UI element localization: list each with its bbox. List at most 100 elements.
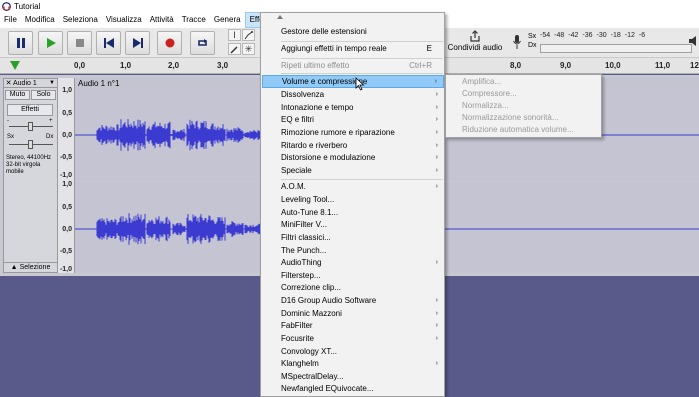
share-icon (470, 30, 480, 42)
chevron-right-icon: › (435, 322, 438, 329)
menu-item-add-realtime-effects[interactable]: Aggiungi effetti in tempo reale E (262, 42, 444, 55)
menu-item-audiothing[interactable]: AudioThing › (262, 256, 444, 269)
menu-tracce[interactable]: Tracce (178, 12, 210, 28)
menu-item-minifilter[interactable]: MiniFilter V... (262, 218, 444, 231)
draw-tool[interactable] (228, 43, 241, 55)
selection-tool[interactable]: I (228, 29, 241, 41)
skip-start-icon (103, 38, 114, 48)
menu-item-label: Aggiungi effetti in tempo reale (281, 44, 387, 53)
track-select-button[interactable]: ▲ Selezione (4, 262, 57, 272)
menu-item-fabfilter[interactable]: FabFilter › (262, 319, 444, 332)
meter-left-label: Sx (528, 33, 537, 40)
menu-item-repeat-last-effect[interactable]: Ripeti ultimo effetto Ctrl+R (262, 59, 444, 72)
chevron-right-icon: › (435, 297, 438, 304)
track-menu-chevron-icon[interactable]: ▼ (49, 80, 57, 86)
microphone-icon (513, 35, 521, 49)
menu-item-fade[interactable]: Dissolvenza › (262, 88, 444, 101)
chevron-right-icon: › (435, 167, 438, 174)
collapse-triangle-icon[interactable]: ▲ (11, 264, 18, 271)
effects-menu: Gestore delle estensioni Aggiungi effett… (260, 12, 445, 397)
gain-slider[interactable] (9, 122, 53, 131)
solo-button[interactable]: Solo (31, 90, 56, 100)
menu-item-eq-filters[interactable]: EQ e filtri › (262, 113, 444, 126)
track-effects-button[interactable]: Effetti (7, 104, 53, 116)
menu-item-leveling-tool[interactable]: Leveling Tool... (262, 193, 444, 206)
chevron-right-icon: › (435, 259, 438, 266)
menu-scroll-up-icon[interactable] (277, 15, 283, 19)
skip-start-button[interactable] (96, 31, 121, 55)
title-bar: Tutorial (0, 0, 699, 12)
pan-slider-knob[interactable] (28, 140, 33, 149)
meter-bar (540, 44, 692, 53)
menu-item-noise-removal[interactable]: Rimozione rumore e riparazione › (262, 126, 444, 139)
chevron-right-icon: › (435, 154, 438, 161)
loop-icon (198, 39, 207, 46)
track-select-label: Selezione (19, 264, 51, 271)
menu-attivita[interactable]: Attività (146, 12, 178, 28)
menu-item-label: Gestore delle estensioni (281, 27, 367, 36)
menu-item-distortion[interactable]: Distorsione e modulazione › (262, 151, 444, 164)
envelope-tool[interactable] (242, 29, 255, 41)
submenu-item-auto-duck[interactable]: Riduzione automatica volume... (447, 124, 601, 136)
loop-button[interactable] (190, 31, 215, 55)
menu-item-classic-filters[interactable]: Filtri classici... (262, 231, 444, 244)
menu-item-plugin-manager[interactable]: Gestore delle estensioni (262, 25, 444, 38)
mute-button[interactable]: Muto (5, 90, 30, 100)
stop-button[interactable] (67, 31, 92, 55)
menu-item-aom[interactable]: A.O.M. › (262, 180, 444, 193)
record-button[interactable] (157, 31, 182, 55)
meter-tick: -48 (554, 32, 565, 39)
menu-item-special[interactable]: Speciale › (262, 164, 444, 177)
meter-tick: -36 (582, 32, 593, 39)
skip-end-button[interactable] (125, 31, 150, 55)
gain-slider-knob[interactable] (28, 122, 33, 131)
track-header[interactable]: ✕ Audio 1 ▼ (4, 79, 57, 88)
menu-item-volume-compression[interactable]: Volume e compressione › (262, 75, 444, 88)
vruler-label: -0,5 (59, 154, 72, 161)
recording-meter[interactable]: Sx Dx -54 -48 -42 -36 -30 -18 -12 -6 (510, 30, 699, 56)
menu-visualizza[interactable]: Visualizza (102, 12, 146, 28)
ruler-tick-label: 1,0 (120, 61, 132, 70)
menu-seleziona[interactable]: Seleziona (59, 12, 102, 28)
chevron-right-icon: › (435, 183, 438, 190)
menu-item-label: Convology XT... (281, 347, 338, 356)
menu-item-label: Distorsione e modulazione (281, 153, 376, 162)
ruler-tick-label: 0,0 (74, 61, 86, 70)
skip-end-icon (132, 38, 143, 48)
submenu-item-normalize[interactable]: Normalizza... (447, 100, 601, 112)
play-button[interactable] (38, 31, 63, 55)
menu-item-klanghelm[interactable]: Klanghelm › (262, 357, 444, 370)
menu-item-label: Rimozione rumore e riparazione (281, 128, 395, 137)
menu-modifica[interactable]: Modifica (21, 12, 59, 28)
menu-separator (281, 73, 443, 74)
submenu-item-compressor[interactable]: Compressore... (447, 88, 601, 100)
draw-tool-icon (230, 45, 238, 54)
menu-item-label: FabFilter (281, 321, 313, 330)
track-name[interactable]: Audio 1 (13, 80, 49, 87)
menu-item-equivocate[interactable]: Newfangled EQuivocate... (262, 382, 444, 395)
gain-plus-label: + (49, 118, 53, 124)
pause-button[interactable] (8, 31, 33, 55)
chevron-right-icon: › (435, 360, 438, 367)
submenu-item-amplify[interactable]: Amplifica... (447, 76, 601, 88)
close-track-icon[interactable]: ✕ (4, 79, 13, 87)
menu-file[interactable]: File (0, 12, 21, 28)
vruler-label: 1,0 (62, 87, 72, 94)
play-head-indicator-icon[interactable] (10, 61, 20, 70)
pan-slider[interactable] (9, 140, 53, 149)
menu-item-label: MiniFilter V... (281, 220, 327, 229)
submenu-item-loudness-normalization[interactable]: Normalizzazione sonorità... (447, 112, 601, 124)
selection-tool-icon: I (233, 30, 236, 40)
menu-genera[interactable]: Genera (210, 12, 245, 28)
ruler-tick-label: 8,0 (510, 61, 522, 70)
menu-item-d16-group[interactable]: D16 Group Audio Software › (262, 294, 444, 307)
vruler-label: 0,5 (62, 204, 72, 211)
chevron-right-icon: › (435, 116, 438, 123)
ruler-tick-label: 3,0 (217, 61, 229, 70)
menu-item-focusrite[interactable]: Focusrite › (262, 332, 444, 345)
menu-item-label: Leveling Tool... (281, 195, 335, 204)
share-audio-button[interactable]: Condividi audio (446, 29, 504, 57)
meter-channel-labels: Sx Dx (528, 32, 537, 50)
menu-item-clip-fix[interactable]: Correzione clip... (262, 281, 444, 294)
multi-tool[interactable]: ✳ (242, 43, 255, 55)
